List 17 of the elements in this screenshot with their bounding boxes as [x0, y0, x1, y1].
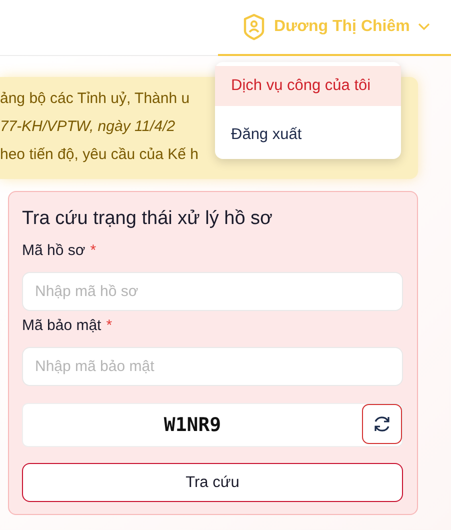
field-label: Mã hồ sơ — [22, 241, 86, 261]
notice-text: heo tiến độ, yêu cầu của Kế h — [0, 145, 198, 165]
captcha-text: W1NR9 — [164, 414, 222, 436]
menu-item[interactable]: Đăng xuất — [215, 115, 401, 155]
input-field[interactable]: Nhập mã bảo mật — [22, 347, 403, 386]
required-mark: * — [106, 316, 112, 336]
notice-text: ảng bộ các Tỉnh uỷ, Thành u — [0, 89, 190, 109]
menu-item[interactable]: Dịch vụ công của tôi — [215, 66, 401, 106]
field-label: Mã bảo mật — [22, 316, 102, 336]
card-title: Tra cứu trạng thái xử lý hồ sơ — [22, 208, 274, 230]
input-field[interactable]: Nhập mã hồ sơ — [22, 272, 403, 311]
refresh-icon — [372, 414, 392, 434]
required-mark: * — [90, 241, 96, 261]
user-shield-icon — [242, 13, 266, 41]
search-button[interactable]: Tra cứu — [22, 463, 403, 502]
notice-text: 77-KH/VPTW, ngày 11/4/2 — [0, 117, 176, 137]
refresh-button[interactable] — [362, 404, 402, 444]
